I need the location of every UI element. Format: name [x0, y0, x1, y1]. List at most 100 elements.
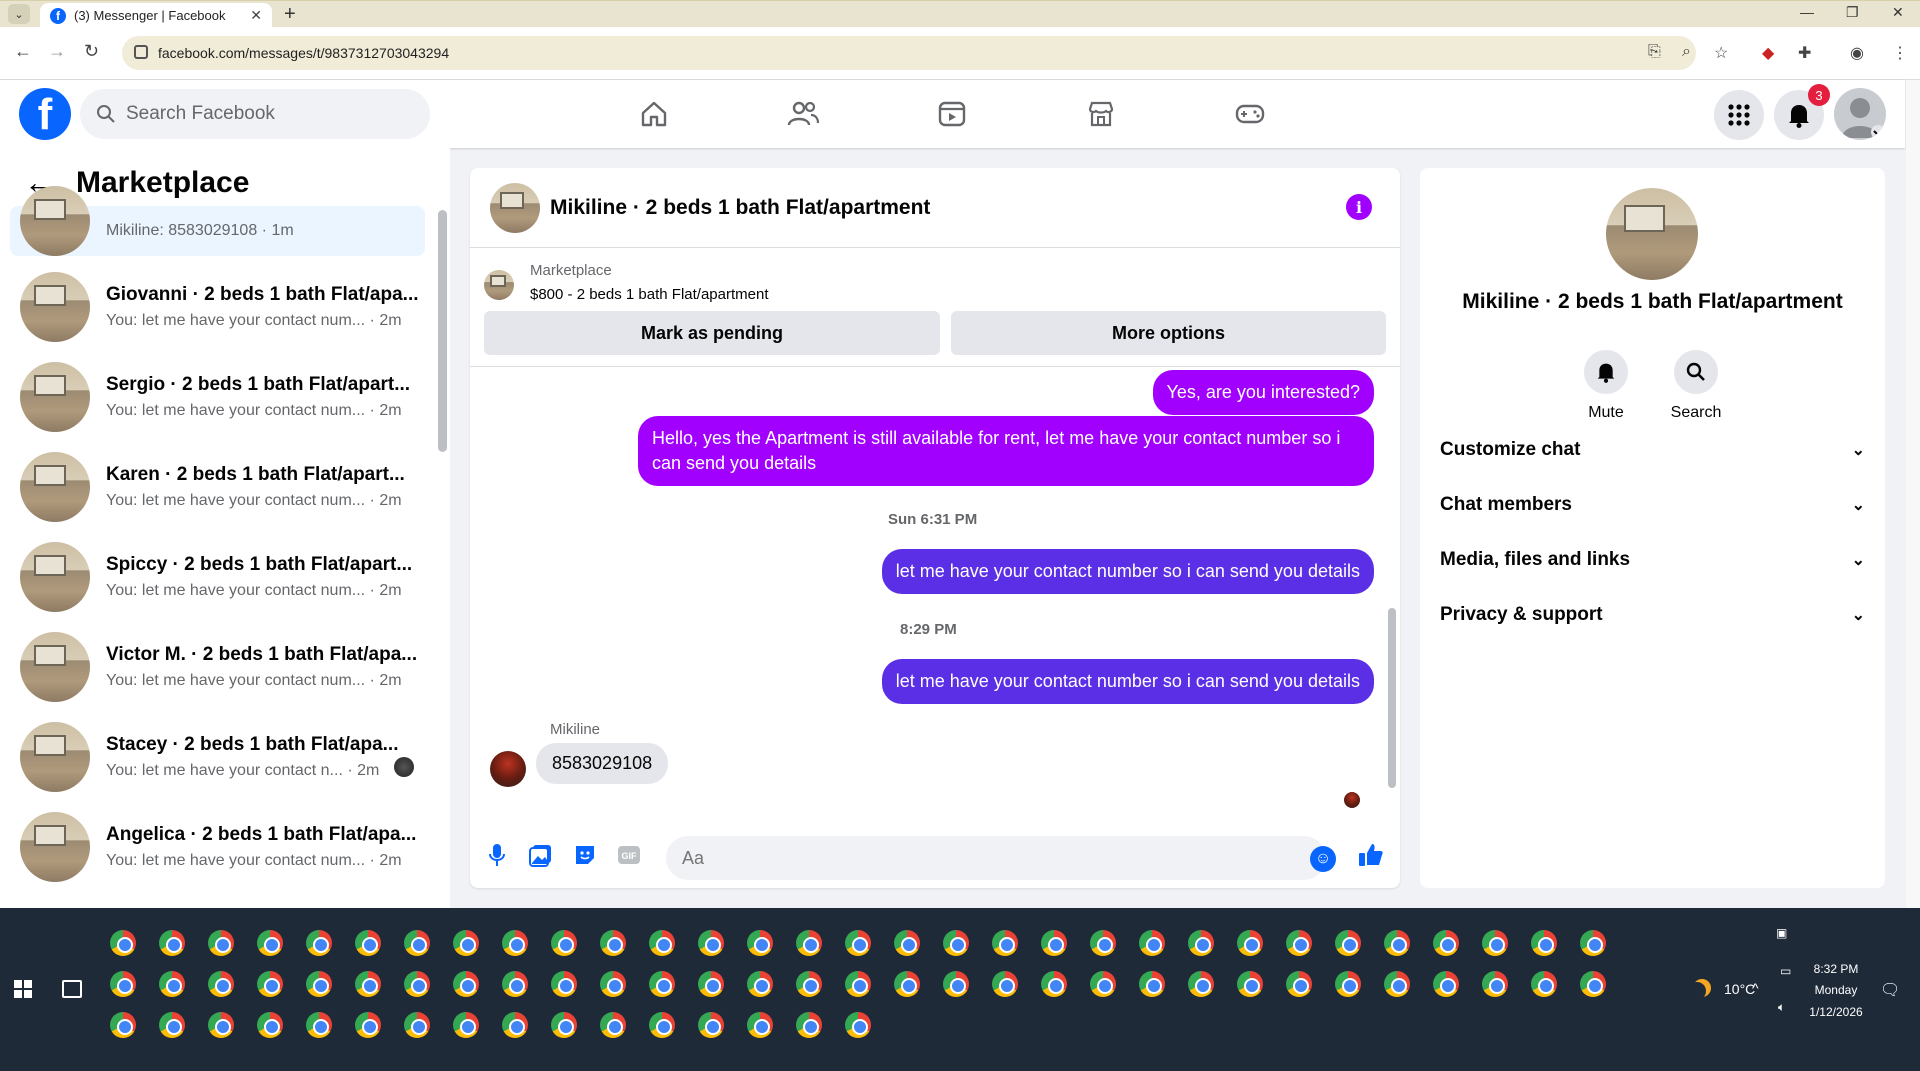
chrome-taskbar-icon[interactable] — [208, 1012, 234, 1038]
show-hidden-icons-icon[interactable]: ^ — [1752, 980, 1759, 996]
customize-chat-section[interactable]: Customize chat ⌄ — [1440, 430, 1865, 470]
chrome-taskbar-icon[interactable] — [208, 971, 234, 997]
chrome-taskbar-icon[interactable] — [1384, 971, 1410, 997]
back-icon[interactable]: ← — [14, 41, 32, 62]
tab-search-button[interactable]: ⌄ — [8, 4, 30, 24]
active-conversation[interactable]: Mikiline: 8583029108 · 1m — [10, 186, 425, 256]
message-input[interactable] — [666, 836, 1326, 880]
chrome-taskbar-icon[interactable] — [257, 971, 283, 997]
photo-icon[interactable] — [528, 842, 554, 868]
chrome-taskbar-icon[interactable] — [110, 971, 136, 997]
friends-icon[interactable] — [785, 96, 821, 132]
menu-grid-icon[interactable] — [1714, 90, 1764, 140]
volume-icon[interactable]: 🔈︎ — [1778, 1000, 1785, 1015]
chrome-taskbar-icon[interactable] — [306, 1012, 332, 1038]
browser-tab[interactable]: f (3) Messenger | Facebook ✕ — [40, 3, 272, 28]
outgoing-message[interactable]: Hello, yes the Apartment is still availa… — [638, 416, 1374, 486]
close-tab-icon[interactable]: ✕ — [250, 7, 262, 24]
chrome-taskbar-icon[interactable] — [894, 930, 920, 956]
chrome-taskbar-icon[interactable] — [1090, 930, 1116, 956]
chrome-taskbar-icon[interactable] — [1335, 930, 1361, 956]
chrome-taskbar-icon[interactable] — [992, 930, 1018, 956]
chrome-taskbar-icon[interactable] — [1139, 930, 1165, 956]
chrome-taskbar-icon[interactable] — [796, 971, 822, 997]
chrome-taskbar-icon[interactable] — [404, 930, 430, 956]
chrome-taskbar-icon[interactable] — [159, 971, 185, 997]
chrome-taskbar-icon[interactable] — [1286, 971, 1312, 997]
chrome-taskbar-icon[interactable] — [159, 930, 185, 956]
thumbs-up-icon[interactable] — [1358, 842, 1384, 868]
chrome-taskbar-icon[interactable] — [1286, 930, 1312, 956]
chrome-taskbar-icon[interactable] — [453, 971, 479, 997]
chrome-taskbar-icon[interactable] — [600, 930, 626, 956]
page-scrollbar[interactable] — [1906, 80, 1920, 908]
chrome-taskbar-icon[interactable] — [1237, 930, 1263, 956]
windows-start-icon[interactable] — [14, 980, 32, 998]
conversation-item[interactable]: Spiccy · 2 beds 1 bath Flat/apart... You:… — [10, 533, 430, 621]
sender-avatar[interactable] — [490, 751, 526, 787]
menu-kebab-icon[interactable]: ⋮ — [1892, 43, 1908, 63]
forward-icon[interactable]: → — [48, 41, 66, 62]
microphone-icon[interactable] — [484, 842, 510, 868]
chrome-taskbar-icon[interactable] — [257, 930, 283, 956]
chrome-taskbar-icon[interactable] — [257, 1012, 283, 1038]
chrome-taskbar-icon[interactable] — [845, 1012, 871, 1038]
chrome-taskbar-icon[interactable] — [1531, 971, 1557, 997]
media-files-links-section[interactable]: Media, files and links ⌄ — [1440, 540, 1865, 580]
chrome-taskbar-icon[interactable] — [551, 930, 577, 956]
mark-as-pending-button[interactable]: Mark as pending — [484, 311, 940, 355]
chrome-taskbar-icon[interactable] — [1580, 930, 1606, 956]
network-icon[interactable]: ▭ — [1780, 964, 1791, 978]
notification-center-icon[interactable]: 🗨︎ — [1880, 980, 1900, 1000]
facebook-logo-icon[interactable]: f — [19, 88, 71, 140]
chrome-taskbar-icon[interactable] — [1139, 971, 1165, 997]
list-scrollbar[interactable] — [438, 210, 447, 452]
chrome-taskbar-icon[interactable] — [992, 971, 1018, 997]
chrome-taskbar-icon[interactable] — [796, 1012, 822, 1038]
minimize-icon[interactable]: — — [1800, 4, 1814, 20]
chrome-taskbar-icon[interactable] — [894, 971, 920, 997]
chrome-taskbar-icon[interactable] — [698, 971, 724, 997]
chrome-taskbar-icon[interactable] — [355, 971, 381, 997]
chrome-taskbar-icon[interactable] — [747, 1012, 773, 1038]
conversation-item[interactable]: Giovanni · 2 beds 1 bath Flat/apa... You:… — [10, 263, 430, 351]
gif-icon[interactable]: GIF — [616, 842, 642, 868]
chrome-taskbar-icon[interactable] — [698, 1012, 724, 1038]
new-tab-button[interactable]: + — [284, 3, 296, 26]
maximize-icon[interactable]: ❐ — [1846, 4, 1859, 21]
chrome-taskbar-icon[interactable] — [1188, 930, 1214, 956]
chrome-taskbar-icon[interactable] — [110, 1012, 136, 1038]
notifications-button[interactable]: 3 — [1774, 84, 1830, 140]
conversation-item[interactable]: Angelica · 2 beds 1 bath Flat/apa... You:… — [10, 803, 430, 891]
chrome-taskbar-icon[interactable] — [404, 971, 430, 997]
chrome-taskbar-icon[interactable] — [1090, 971, 1116, 997]
chrome-taskbar-icon[interactable] — [1531, 930, 1557, 956]
bookmark-star-icon[interactable]: ☆ — [1714, 43, 1728, 63]
chrome-taskbar-icon[interactable] — [649, 930, 675, 956]
chrome-taskbar-icon[interactable] — [355, 930, 381, 956]
chrome-taskbar-icon[interactable] — [453, 930, 479, 956]
chrome-taskbar-icon[interactable] — [502, 930, 528, 956]
video-icon[interactable] — [934, 96, 970, 132]
chrome-taskbar-icon[interactable] — [1433, 930, 1459, 956]
conversation-item[interactable]: Karen · 2 beds 1 bath Flat/apart... You: … — [10, 443, 430, 531]
conversation-item[interactable]: Stacey · 2 beds 1 bath Flat/apa... You: l… — [10, 713, 430, 801]
chrome-taskbar-icon[interactable] — [943, 971, 969, 997]
chrome-taskbar-icon[interactable] — [208, 930, 234, 956]
chrome-taskbar-icon[interactable] — [1384, 930, 1410, 956]
chrome-taskbar-icon[interactable] — [453, 1012, 479, 1038]
chrome-taskbar-icon[interactable] — [306, 930, 332, 956]
chrome-taskbar-icon[interactable] — [1335, 971, 1361, 997]
conversation-item[interactable]: Sergio · 2 beds 1 bath Flat/apart... You:… — [10, 353, 430, 441]
chrome-taskbar-icon[interactable] — [1482, 971, 1508, 997]
chrome-taskbar-icon[interactable] — [1482, 930, 1508, 956]
info-icon[interactable]: i — [1346, 194, 1372, 220]
chrome-taskbar-icon[interactable] — [649, 971, 675, 997]
weather-widget[interactable]: 10°C — [1692, 980, 1755, 998]
chrome-taskbar-icon[interactable] — [1041, 971, 1067, 997]
chrome-taskbar-icon[interactable] — [1041, 930, 1067, 956]
mute-button[interactable]: Mute — [1566, 350, 1646, 422]
chrome-taskbar-icon[interactable] — [1188, 971, 1214, 997]
chrome-taskbar-icon[interactable] — [698, 930, 724, 956]
profile-icon[interactable]: ◉ — [1850, 43, 1864, 63]
